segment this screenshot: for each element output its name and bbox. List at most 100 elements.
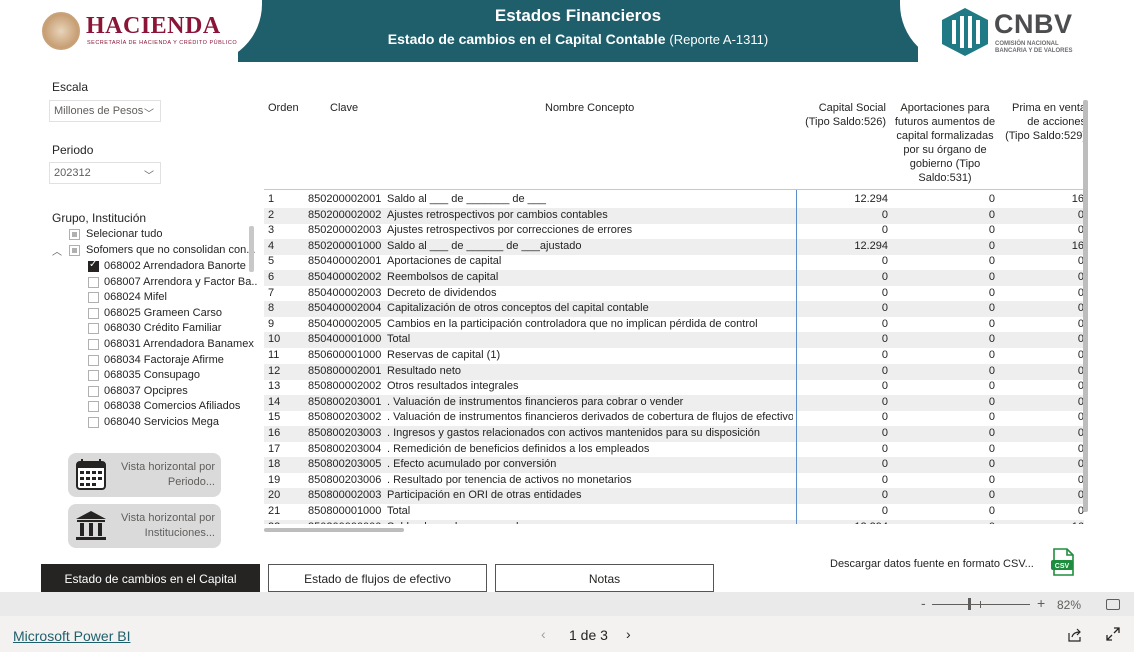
previous-page-button[interactable]: ‹ — [541, 626, 546, 642]
select-all-label[interactable]: Selecionar tudo — [86, 228, 162, 240]
table-vertical-scrollbar[interactable] — [1083, 100, 1088, 512]
institution-label[interactable]: 068038 Comercios Afiliados — [104, 400, 240, 412]
institution-checkbox[interactable] — [88, 401, 99, 413]
institution-checkbox[interactable] — [88, 370, 99, 382]
table-row[interactable]: 14 850800203001 . Valuación de instrumento… — [264, 394, 1084, 411]
collapse-chevron-icon[interactable]: ︿ — [52, 243, 62, 258]
cell-orden: 3 — [268, 224, 275, 237]
escala-dropdown[interactable]: Millones de Pesos ﹀ — [49, 100, 161, 122]
table-row[interactable]: 19 850800203006 . Resultado por tenencia d… — [264, 473, 1084, 489]
institution-label[interactable]: 068007 Arrendora y Factor Ba... — [104, 276, 257, 288]
tab-capital-contable[interactable]: Estado de cambios en el Capital Contable — [41, 564, 260, 592]
zoom-slider-track[interactable] — [932, 604, 1030, 605]
table-row[interactable]: 18 850800203005 . Efecto acumulado por con… — [264, 457, 1084, 474]
col-header-orden[interactable]: Orden — [268, 101, 299, 115]
cell-aportaciones: 0 — [988, 302, 995, 315]
institution-checkbox[interactable] — [88, 276, 99, 288]
table-row[interactable]: 12 850800002001 Resultado neto 0 0 0 — [264, 363, 1084, 380]
vista-instituciones-button[interactable]: Vista horizontal por Instituciones... — [68, 504, 221, 548]
table-row[interactable]: 1 850200002001 Saldo al ___ de _______ de … — [264, 192, 1084, 208]
table-row[interactable]: 15 850800203002 . Valuación de instrumento… — [264, 410, 1084, 426]
table-row[interactable]: 2 850200002002 Ajustes retrospectivos por … — [264, 207, 1084, 224]
cell-prima: 0 — [1077, 208, 1084, 221]
institution-checkbox[interactable] — [88, 292, 99, 304]
periodo-value: 202312 — [54, 167, 91, 179]
col-header-nombre[interactable]: Nombre Concepto — [545, 101, 634, 115]
cell-prima: 0 — [1077, 411, 1084, 424]
institution-label[interactable]: 068040 Servicios Mega — [104, 416, 219, 428]
cell-aportaciones: 0 — [988, 317, 995, 330]
table-row[interactable]: 10 850400001000 Total 0 0 0 — [264, 332, 1084, 349]
cell-orden: 16 — [268, 427, 281, 439]
col-header-prima[interactable]: Prima en venta de acciones (Tipo Saldo:5… — [1004, 101, 1084, 143]
zoom-out-button[interactable]: - — [921, 595, 926, 611]
institution-label[interactable]: 068037 Opcipres — [104, 385, 188, 397]
col-header-capital-social[interactable]: Capital Social (Tipo Saldo:526) — [800, 101, 886, 129]
zoom-slider-tick — [980, 601, 981, 608]
institution-checkbox[interactable] — [88, 354, 99, 366]
institution-checkbox[interactable] — [88, 339, 99, 350]
institution-checkbox[interactable] — [88, 385, 99, 397]
share-icon[interactable] — [1068, 628, 1082, 642]
report-canvas: HACIENDA SECRETARÍA DE HACIENDA Y CRÉDIT… — [0, 0, 1134, 592]
table-row[interactable]: 22850200000000Saldo al ___ de _______ de… — [264, 519, 1084, 524]
cell-nombre: . Valuación de instrumentos financieros … — [387, 411, 793, 424]
cell-prima: 0 — [1077, 395, 1084, 408]
table-row[interactable]: 3 850200002003 Ajustes retrospectivos por … — [264, 223, 1084, 239]
csv-file-icon[interactable]: CSV — [1050, 548, 1076, 576]
group-label[interactable]: Sofomers que no consolidan con... — [86, 244, 255, 256]
select-all-checkbox[interactable] — [69, 229, 80, 240]
institution-checkbox[interactable] — [88, 259, 99, 272]
table-row[interactable]: 17 850800203004 . Remedición de beneficios… — [264, 442, 1084, 458]
table-row[interactable]: 21 850800001000 Total 0 0 0 — [264, 504, 1084, 520]
table-row[interactable]: 4 850200001000 Saldo al ___ de ______ de _… — [264, 238, 1084, 255]
table-row[interactable]: 5 850400002001 Aportaciones de capital 0 0 0 — [264, 254, 1084, 270]
periodo-dropdown[interactable]: 202312 ﹀ — [49, 162, 161, 184]
table-row[interactable]: 9 850400002005 Cambios en la participación… — [264, 317, 1084, 333]
cell-aportaciones: 0 — [988, 505, 995, 517]
institution-label[interactable]: 068025 Grameen Carso — [104, 307, 222, 319]
table-row[interactable]: 8 850400002004 Capitalización de otros con… — [264, 301, 1084, 318]
vista-periodo-button[interactable]: Vista horizontal por Periodo... — [68, 453, 221, 497]
cell-aportaciones: 0 — [988, 349, 995, 361]
next-page-button[interactable]: › — [626, 626, 631, 642]
institution-label[interactable]: 068002 Arrendadora Banorte — [104, 260, 246, 272]
table-horizontal-scrollbar[interactable] — [264, 528, 404, 532]
institution-label[interactable]: 068031 Arrendadora Banamex — [104, 338, 254, 350]
institution-checkbox[interactable] — [88, 417, 99, 428]
col-header-aportaciones[interactable]: Aportaciones para futuros aumentos de ca… — [892, 101, 998, 185]
table-row[interactable]: 7 850400002003 Decreto de dividendos 0 0 0 — [264, 286, 1084, 302]
column-separator — [796, 190, 797, 524]
cell-aportaciones: 0 — [988, 271, 995, 283]
table-row[interactable]: 11 850600001000 Reservas de capital (1) 0 0 0 — [264, 348, 1084, 364]
list-scrollbar[interactable] — [249, 226, 254, 272]
group-checkbox[interactable] — [69, 245, 80, 256]
institution-label[interactable]: 068030 Crédito Familiar — [104, 322, 221, 334]
fullscreen-icon[interactable] — [1106, 627, 1120, 641]
cell-orden: 20 — [268, 489, 281, 502]
zoom-slider-thumb[interactable] — [968, 598, 971, 610]
institution-label[interactable]: 068034 Factoraje Afirme — [104, 354, 224, 366]
cell-clave: 850200002003 — [308, 224, 382, 237]
cell-orden: 8 — [268, 302, 275, 315]
col-header-clave[interactable]: Clave — [330, 101, 358, 115]
table-row[interactable]: 13 850800002002 Otros resultados integrale… — [264, 379, 1084, 395]
institution-label[interactable]: 068035 Consupago — [104, 369, 200, 381]
institution-checkbox[interactable] — [88, 307, 99, 319]
institution-checkbox[interactable] — [88, 323, 99, 335]
cell-nombre: Participación en ORI de otras entidades — [387, 489, 582, 502]
table-row[interactable]: 16 850800203003 . Ingresos y gastos relaci… — [264, 426, 1084, 442]
zoom-in-button[interactable]: + — [1037, 595, 1045, 611]
tab-flujos-efectivo[interactable]: Estado de flujos de efectivo — [268, 564, 487, 592]
cell-prima: 0 — [1077, 489, 1084, 502]
fit-to-page-icon[interactable] — [1106, 599, 1120, 610]
power-bi-link[interactable]: Microsoft Power BI — [13, 628, 130, 644]
csv-download-label[interactable]: Descargar datos fuente en formato CSV... — [830, 558, 1034, 570]
table-row[interactable]: 6 850400002002 Reembolsos de capital 0 0 0 — [264, 270, 1084, 286]
chevron-down-icon: ﹀ — [144, 109, 154, 120]
institution-label[interactable]: 068024 Mifel — [104, 291, 167, 303]
cell-capital-social: 0 — [881, 473, 888, 486]
tab-notas[interactable]: Notas — [495, 564, 714, 592]
table-row[interactable]: 20 850800002003 Participación en ORI de ot… — [264, 488, 1084, 505]
cell-nombre: . Resultado por tenencia de activos no m… — [387, 473, 632, 486]
